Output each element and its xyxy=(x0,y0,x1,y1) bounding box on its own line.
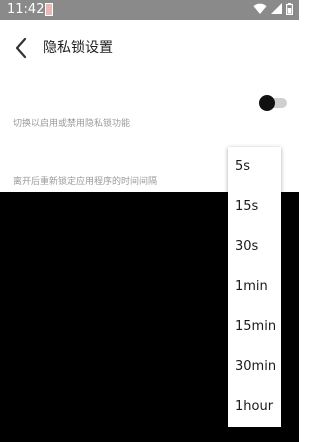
privacy-lock-row[interactable]: 切换以启用或禁用隐私锁功能 xyxy=(0,84,299,136)
lock-delay-menu: 5s 15s 30s 1min 15min 30min 1hour xyxy=(228,147,281,427)
menu-item-label: 15min xyxy=(235,319,277,334)
menu-item-1hour[interactable]: 1hour xyxy=(228,387,281,427)
menu-item-30s[interactable]: 30s xyxy=(228,227,281,267)
menu-item-label: 5s xyxy=(235,159,251,174)
menu-item-label: 15s xyxy=(235,199,259,214)
status-time: 11:42 xyxy=(7,2,45,17)
battery-icon xyxy=(286,3,293,15)
back-button[interactable] xyxy=(8,34,36,62)
chevron-left-icon xyxy=(15,37,27,59)
privacy-lock-toggle[interactable] xyxy=(259,95,287,111)
menu-item-label: 1min xyxy=(235,279,268,294)
menu-item-15min[interactable]: 15min xyxy=(228,307,281,347)
privacy-lock-description: 切换以启用或禁用隐私锁功能 xyxy=(13,119,131,129)
toggle-thumb xyxy=(259,95,275,111)
cellular-signal-icon xyxy=(271,3,282,14)
menu-item-label: 30s xyxy=(235,239,259,254)
notification-icon xyxy=(45,3,53,16)
status-bar: 11:42 xyxy=(0,0,299,20)
menu-item-30min[interactable]: 30min xyxy=(228,347,281,387)
menu-item-label: 30min xyxy=(235,359,277,374)
menu-item-15s[interactable]: 15s xyxy=(228,187,281,227)
status-icons xyxy=(249,3,293,17)
lock-delay-description: 离开后重新锁定应用程序的时间间隔 xyxy=(13,177,158,187)
page-title: 隐私锁设置 xyxy=(43,40,113,56)
app-bar: 隐私锁设置 xyxy=(0,20,299,76)
wifi-icon xyxy=(253,3,267,14)
menu-item-5s[interactable]: 5s xyxy=(228,147,281,187)
menu-item-1min[interactable]: 1min xyxy=(228,267,281,307)
menu-item-label: 1hour xyxy=(235,399,274,414)
